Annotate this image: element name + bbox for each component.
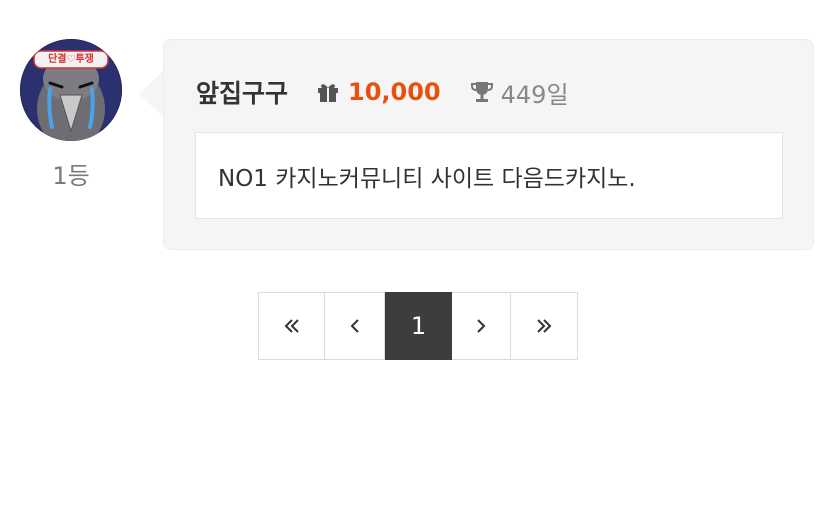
rank-label: 1등 bbox=[52, 162, 90, 190]
page-1-button[interactable]: 1 bbox=[385, 292, 452, 360]
comment-text: NO1 카지노커뮤니티 사이트 다음드카지노. bbox=[218, 165, 636, 192]
bubble-tail bbox=[139, 70, 164, 118]
trophy-icon bbox=[469, 79, 495, 105]
comment-content-box: NO1 카지노커뮤니티 사이트 다음드카지노. bbox=[195, 132, 783, 219]
current-page-label: 1 bbox=[410, 312, 427, 340]
chevron-left-icon bbox=[349, 318, 361, 334]
points-value: 10,000 bbox=[348, 78, 441, 106]
double-chevron-right-icon bbox=[535, 318, 553, 334]
comment-bubble: 앞집구구 10,000 449일 NO1 카지노커뮤니티 사이트 다음드카지노. bbox=[163, 39, 814, 250]
chevron-right-icon bbox=[475, 318, 487, 334]
gift-icon bbox=[316, 80, 340, 104]
next-page-button[interactable] bbox=[452, 293, 511, 359]
points-badge: 10,000 bbox=[316, 78, 441, 106]
pagination: 1 bbox=[258, 292, 578, 360]
days-badge: 449일 bbox=[469, 75, 569, 110]
prev-page-button[interactable] bbox=[325, 293, 385, 359]
comment-meta: 앞집구구 10,000 449일 bbox=[196, 74, 569, 110]
double-chevron-left-icon bbox=[283, 318, 301, 334]
first-page-button[interactable] bbox=[259, 293, 325, 359]
comment-page: 단결♡투쟁 1등 앞집구구 10,000 449일 NO1 카지노커뮤니티 사이… bbox=[0, 0, 835, 532]
avatar-banner-text: 단결♡투쟁 bbox=[48, 54, 94, 65]
last-page-button[interactable] bbox=[511, 293, 577, 359]
days-value: 449일 bbox=[500, 80, 569, 109]
nickname[interactable]: 앞집구구 bbox=[196, 74, 288, 110]
avatar[interactable]: 단결♡투쟁 bbox=[20, 39, 122, 141]
